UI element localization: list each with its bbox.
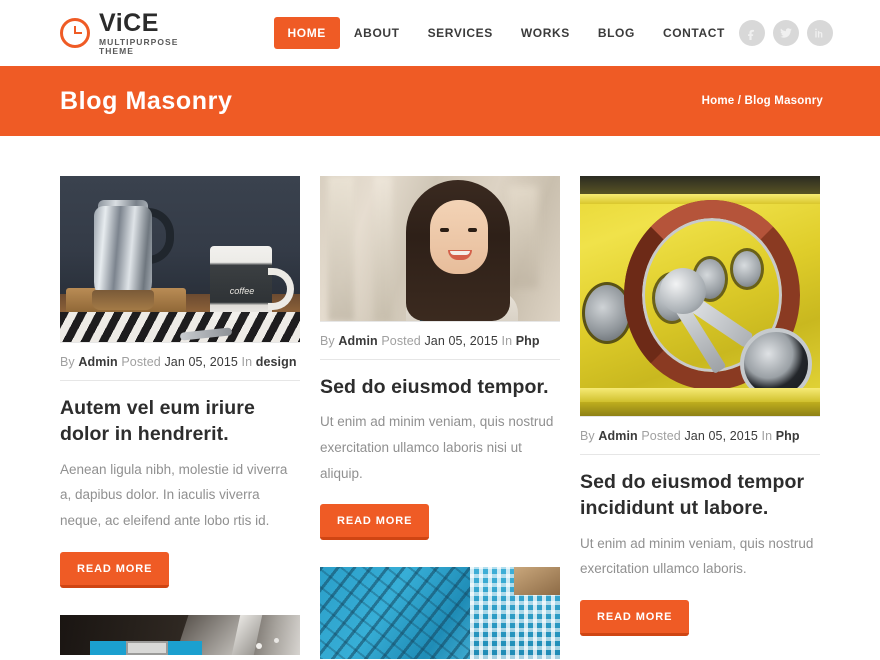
site-logo[interactable]: ViCE MULTIPURPOSE THEME [60,11,179,55]
photo-shape [468,228,477,232]
social-links [738,20,833,46]
post-author[interactable]: Admin [338,334,377,348]
photo-shape [440,228,449,232]
post-date: Jan 05, 2015 [164,355,238,369]
site-header: ViCE MULTIPURPOSE THEME HOME ABOUT SERVI… [0,0,880,66]
photo-shape [328,176,354,321]
nav-item-works[interactable]: WORKS [507,17,584,49]
meta-posted-label: Posted [121,355,161,369]
meta-in-label: In [241,355,253,369]
photo-shape [210,246,272,320]
post-thumbnail-portrait[interactable] [320,176,560,321]
blog-post-card: By Admin Posted Jan 05, 2015 In Php Sed … [320,176,560,541]
nav-item-home[interactable]: HOME [273,17,340,49]
read-more-button[interactable]: READ MORE [580,599,690,636]
blog-post-card [60,614,300,655]
portrait-photo [320,176,560,321]
photo-shape [256,642,262,649]
post-category[interactable]: Php [516,334,540,348]
building-photo [320,567,560,660]
main-navigation: HOME ABOUT SERVICES WORKS BLOG CONTACT [273,17,739,49]
page-title: Blog Masonry [60,86,233,115]
logo-title: ViCE [99,9,159,37]
clock-icon [60,18,90,48]
nav-item-services[interactable]: SERVICES [414,17,507,49]
photo-shape [274,637,279,643]
meta-by-label: By [320,334,335,348]
post-meta: By Admin Posted Jan 05, 2015 In design [60,342,300,381]
masonry-column-1: coffee By Admin Posted Jan 05, 2015 In d… [60,176,300,660]
read-more-button[interactable]: READ MORE [60,551,170,588]
warehouse-photo [60,614,300,655]
post-excerpt: Ut enim ad minim veniam, quis nostrud ex… [580,535,814,577]
photo-shape [430,200,488,274]
nav-item-contact[interactable]: CONTACT [649,17,739,49]
post-title[interactable]: Autem vel eum iriure dolor in hendrerit. [60,395,300,448]
breadcrumb[interactable]: Home / Blog Masonry [702,95,823,107]
masonry-column-2: By Admin Posted Jan 05, 2015 In Php Sed … [320,176,560,660]
photo-shape [320,567,480,660]
page-banner: Blog Masonry Home / Blog Masonry [0,66,880,136]
post-date: Jan 05, 2015 [684,429,758,443]
blog-post-card: coffee By Admin Posted Jan 05, 2015 In d… [60,176,300,588]
meta-by-label: By [580,429,595,443]
masonry-column-3: By Admin Posted Jan 05, 2015 In Php Sed … [580,176,820,660]
post-date: Jan 05, 2015 [424,334,498,348]
post-title[interactable]: Sed do eiusmod tempor incididunt ut labo… [580,469,820,522]
photo-shape [508,186,538,288]
photo-shape [90,640,126,655]
meta-in-label: In [501,334,513,348]
post-excerpt: Ut enim ad minim veniam, quis nostrud ex… [320,414,554,481]
post-meta: By Admin Posted Jan 05, 2015 In Php [580,416,820,455]
photo-shape [580,402,820,416]
nav-item-about[interactable]: ABOUT [340,17,414,49]
post-excerpt: Aenean ligula nibh, molestie id viverra … [60,461,288,528]
logo-text: ViCE MULTIPURPOSE THEME [99,11,179,55]
post-category[interactable]: design [256,355,297,369]
photo-shape [514,567,560,596]
blog-masonry-grid: coffee By Admin Posted Jan 05, 2015 In d… [0,136,880,660]
linkedin-icon[interactable] [806,20,833,46]
read-more-button[interactable]: READ MORE [320,504,430,541]
logo-subtitle: MULTIPURPOSE THEME [99,37,179,56]
post-thumbnail-building[interactable] [320,567,560,660]
facebook-icon[interactable] [738,20,765,46]
post-author[interactable]: Admin [598,429,637,443]
post-category[interactable]: Php [776,429,800,443]
post-thumbnail-car[interactable] [580,176,820,416]
post-author[interactable]: Admin [78,355,117,369]
photo-shape [374,176,392,321]
meta-posted-label: Posted [381,334,421,348]
photo-shape [92,290,154,310]
nav-item-blog[interactable]: BLOG [584,17,649,49]
photo-shape [168,640,202,655]
meta-by-label: By [60,355,75,369]
meta-posted-label: Posted [641,429,681,443]
mug-label: coffee [229,286,255,296]
photo-shape [126,640,168,655]
post-thumbnail-coffee[interactable]: coffee [60,176,300,342]
blog-post-card: By Admin Posted Jan 05, 2015 In Php Sed … [580,176,820,636]
post-title[interactable]: Sed do eiusmod tempor. [320,374,560,400]
post-thumbnail-warehouse[interactable] [60,614,300,655]
car-photo [580,176,820,416]
photo-shape [660,268,706,314]
post-meta: By Admin Posted Jan 05, 2015 In Php [320,321,560,360]
coffee-photo: coffee [60,176,300,342]
blog-post-card [320,567,560,660]
meta-in-label: In [761,429,773,443]
twitter-icon[interactable] [772,20,799,46]
